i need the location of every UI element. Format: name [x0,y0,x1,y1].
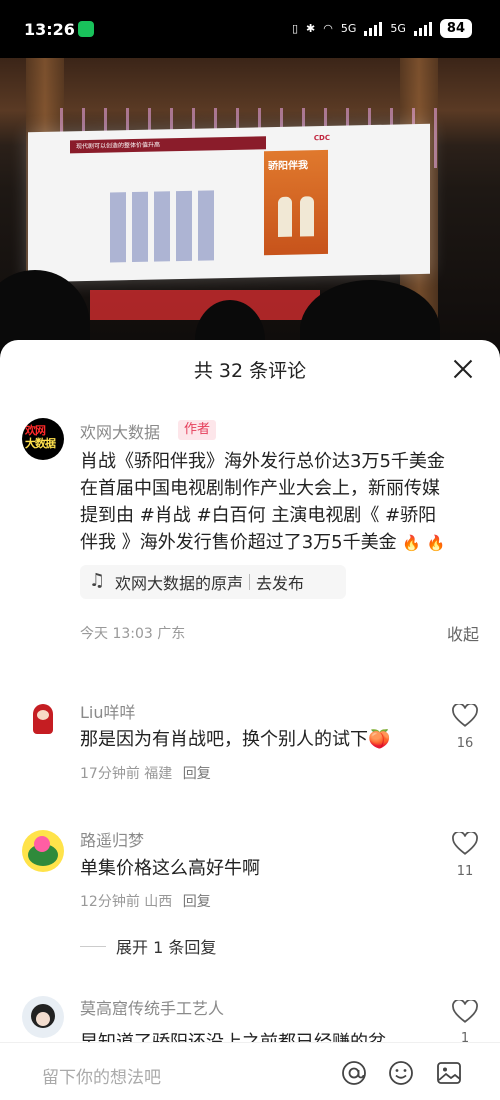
network-label-2: 5G [390,22,406,35]
reply-button[interactable]: 回复 [183,766,211,782]
divider [80,945,106,947]
comment-meta: 今天 13:03 广东 [80,623,185,643]
close-icon[interactable] [452,358,474,380]
poster-figure-left [278,196,292,237]
comment-author-name[interactable]: Liu咩咩 [80,699,136,723]
comment-input[interactable]: 留下你的想法吧 [42,1063,161,1088]
comment-author-name[interactable]: 欢网大数据 [80,419,160,443]
screen-header: 现代剧可以创造的整体价值升高 [70,136,266,154]
comment-location: 福建 [144,766,173,782]
like-count: 11 [456,864,474,879]
status-icons: ▯ ✱ ◠ 5G 5G 84 [292,19,472,38]
screen-partner-logos [104,190,214,263]
mention-icon[interactable] [340,1059,368,1087]
comment-time: 17分钟前 [80,766,140,782]
comment-location: 广东 [157,626,186,642]
emoji-icon[interactable] [387,1059,415,1087]
music-note-icon [89,570,107,591]
publish-sound-link[interactable]: 去发布 [256,570,304,594]
original-sound-card[interactable]: 欢网大数据的原声 去发布 [80,565,346,599]
avatar-logo-text: 欢网 大数据 [25,424,56,450]
comment-meta: 17分钟前 福建 回复 [80,763,211,783]
comment-author-name[interactable]: 路遥归梦 [80,827,144,851]
comment-count-title: 共 32 条评论 [193,360,307,382]
comment-input-bar[interactable]: 留下你的想法吧 [0,1042,500,1100]
avatar[interactable] [22,830,64,872]
expand-replies-button[interactable]: 展开 1 条回复 [80,934,216,958]
avatar[interactable]: 欢网 大数据 [22,418,64,460]
comment-text: 肖战《骄阳伴我》海外发行总价达3万5千美金 在首届中国电视剧制作产业大会上，新丽… [80,451,446,553]
comment-text: 那是因为有肖战吧，换个别人的试下🍑 [80,729,391,750]
signal-icon-2 [413,21,432,36]
vibrate-icon: ▯ [291,22,299,35]
bluetooth-icon: ✱ [306,22,316,35]
fire-icon: 🔥 [426,534,446,552]
like-count: 16 [456,736,474,751]
wechat-notification-icon [78,21,94,37]
screen-brand: CDC [313,133,330,143]
divider [249,574,251,590]
video-frame-photo[interactable]: 现代剧可以创造的整体价值升高 CDC 骄阳伴我 [0,58,500,350]
status-bar: 13:26 ▯ ✱ ◠ 5G 5G 84 [0,0,500,58]
presentation-screen: 现代剧可以创造的整体价值升高 CDC 骄阳伴我 [28,123,430,283]
avatar[interactable] [22,700,64,742]
like-heart-icon[interactable] [452,830,478,856]
comment-time: 12分钟前 [80,894,140,910]
comment-sheet: 共 32 条评论 欢网 大数据 欢网大数据 作者 肖战《骄阳伴我》海外发行总价达3… [0,340,500,1100]
image-icon[interactable] [435,1059,463,1087]
reply-button[interactable]: 回复 [183,894,211,910]
comment-text: 单集价格这么高好牛啊 [80,858,260,879]
comment-author-name[interactable]: 莫高窟传统手工艺人 [80,995,224,1019]
signal-icon-1 [364,21,383,36]
network-label-1: 5G [340,22,357,35]
fire-icon: 🔥 [402,534,422,552]
wifi-icon: ◠ [323,22,333,35]
sound-label: 欢网大数据的原声 [115,574,244,593]
collapse-button[interactable]: 收起 [447,621,479,645]
status-time: 13:26 [24,20,75,39]
author-badge: 作者 [178,420,216,440]
drama-poster: 骄阳伴我 [264,149,328,256]
audience-silhouette-1 [0,270,90,350]
comment-meta: 12分钟前 山西 回复 [80,891,211,911]
poster-title: 骄阳伴我 [268,160,308,173]
like-heart-icon[interactable] [452,998,478,1024]
battery-indicator: 84 [439,19,472,38]
comment-time: 今天 13:03 [80,626,153,642]
poster-figure-right [300,196,314,237]
like-heart-icon[interactable] [452,702,478,728]
comment-location: 山西 [144,894,173,910]
avatar[interactable] [22,996,64,1038]
